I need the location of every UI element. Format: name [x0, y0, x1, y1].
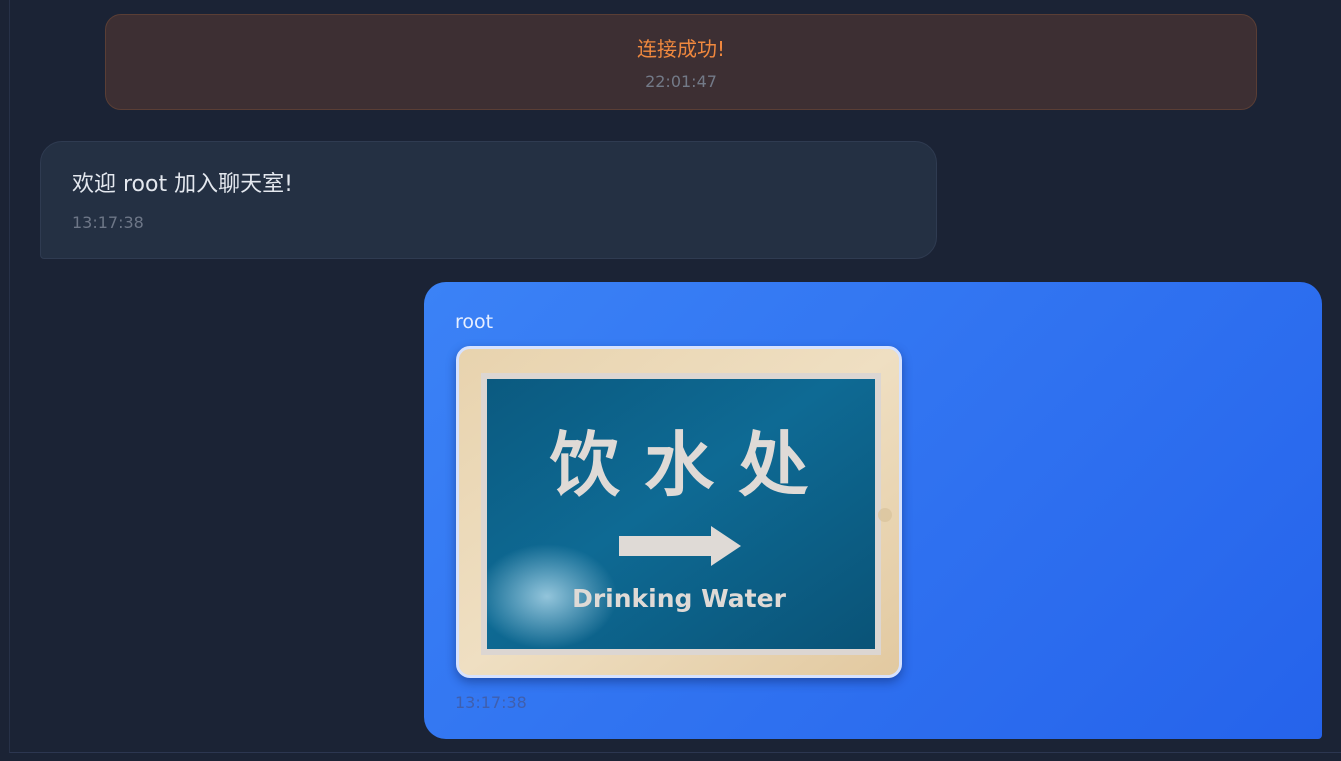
message-image[interactable]: 饮 水 处 Drinking Water [456, 346, 902, 678]
chat-messages-area[interactable]: 连接成功! 22:01:47 欢迎 root 加入聊天室! 13:17:38 r… [9, 0, 1341, 753]
sign-title-text: 饮 水 处 [550, 424, 809, 506]
drinking-water-sign-image: 饮 水 处 Drinking Water [459, 349, 899, 675]
message-sender-name: root [455, 311, 494, 333]
welcome-message-bubble: 欢迎 root 加入聊天室! 13:17:38 [40, 141, 937, 259]
own-message-time: 13:17:38 [455, 693, 527, 712]
own-message-bubble: root 饮 水 处 Drinking Water 13:17:38 [424, 282, 1322, 739]
sign-subtitle-text: Drinking Water [572, 584, 787, 613]
welcome-message-time: 13:17:38 [72, 213, 144, 232]
system-status-time: 22:01:47 [645, 72, 717, 91]
welcome-message-text: 欢迎 root 加入聊天室! [72, 172, 293, 197]
system-status-banner: 连接成功! 22:01:47 [105, 14, 1257, 110]
system-status-text: 连接成功! [636, 37, 726, 61]
